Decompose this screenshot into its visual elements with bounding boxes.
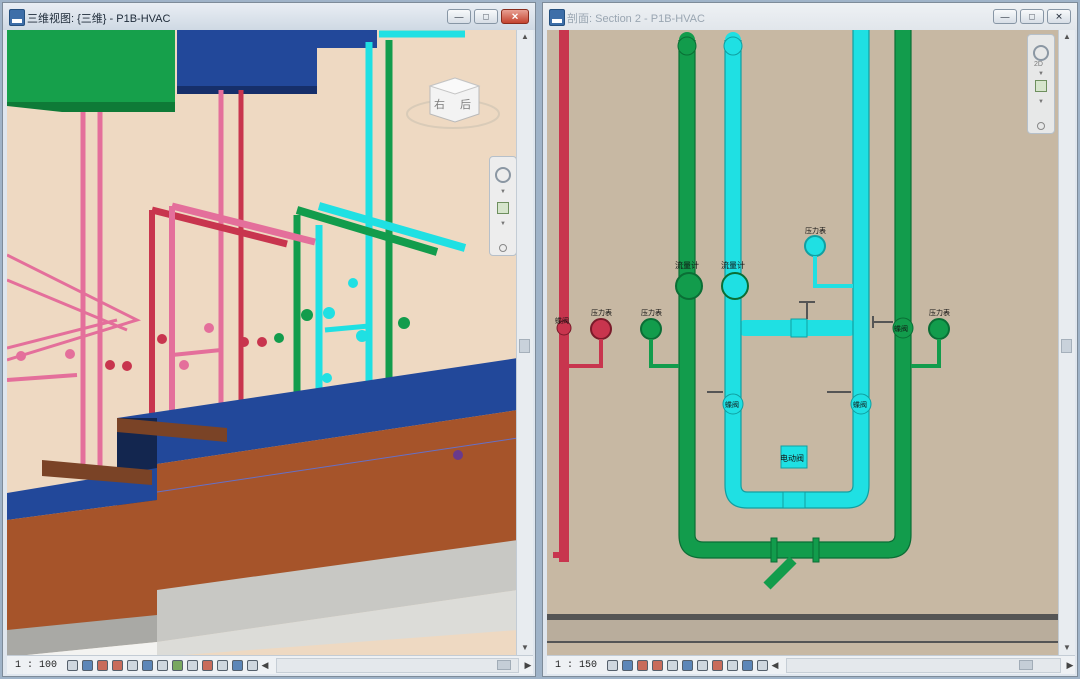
window-title: 剖面: Section 2 - P1B-HVAC	[567, 13, 705, 25]
scroll-right-icon[interactable]: ▶	[1065, 660, 1075, 671]
dropdown-arrow-icon[interactable]: ▼	[500, 221, 506, 227]
detail-level-icon[interactable]	[607, 659, 618, 671]
scroll-right-icon[interactable]: ▶	[523, 660, 533, 671]
scrollbar-thumb[interactable]	[1019, 659, 1033, 670]
close-icon: ✕	[511, 11, 519, 21]
analytical-model-icon[interactable]	[232, 659, 243, 671]
temp-hide-icon[interactable]	[697, 659, 708, 671]
title-bar[interactable]: 三维视图: {三维} - P1B-HVAC — □ ✕	[3, 3, 535, 30]
window-title: 三维视图: {三维} - P1B-HVAC	[27, 13, 171, 25]
view-cube-label-right: 后	[460, 98, 471, 111]
worksharing-icon[interactable]	[727, 659, 738, 671]
horizontal-scrollbar[interactable]	[276, 657, 519, 673]
pressure-gauge-label: 压力表	[805, 226, 826, 235]
detail-level-icon[interactable]	[67, 659, 78, 671]
steering-wheel-icon[interactable]	[1033, 45, 1049, 61]
dropdown-arrow-icon[interactable]: ▼	[1038, 99, 1044, 105]
dropdown-arrow-icon[interactable]: ▼	[1038, 71, 1044, 77]
vertical-scrollbar[interactable]: ▲ ▼	[516, 30, 533, 655]
app-icon	[9, 9, 25, 26]
zoom-region-icon[interactable]	[1035, 80, 1047, 92]
worksharing-icon[interactable]	[217, 659, 228, 671]
pressure-gauge-label: 压力表	[929, 308, 950, 317]
minimize-icon: —	[454, 11, 464, 21]
unlock-view-icon[interactable]	[172, 659, 183, 671]
maximize-icon: □	[483, 11, 489, 21]
scroll-left-icon[interactable]: ◀	[260, 660, 270, 671]
gear-icon[interactable]	[499, 244, 507, 252]
butterfly-valve-label: 蝶阀	[555, 316, 569, 325]
pressure-gauge-label: 压力表	[591, 308, 612, 317]
maximize-icon: □	[1029, 11, 1035, 21]
crop-view-icon[interactable]	[667, 659, 678, 671]
section-canvas[interactable]: 流量计 流量计 蝶阀 蝶阀 电动阀 蝶阀 压力表 压力表 压力表 压力表 蝶阀 …	[547, 30, 1058, 655]
minimize-button[interactable]: —	[993, 9, 1017, 24]
section-view-window[interactable]: 剖面: Section 2 - P1B-HVAC — □ ✕ 流量计 流量计 蝶…	[542, 2, 1078, 677]
nav-2d-label: 2D	[1034, 61, 1043, 68]
3d-view-window[interactable]: 三维视图: {三维} - P1B-HVAC — □ ✕ 右 后 ▼ ▼ ▲ ▼ …	[2, 2, 536, 677]
view-control-bar: 1 : 100 ◀ ▶	[7, 655, 533, 674]
minimize-icon: —	[1000, 11, 1010, 21]
shadows-icon[interactable]	[112, 659, 123, 671]
zoom-region-icon[interactable]	[497, 202, 509, 214]
3d-canvas[interactable]: 右 后 ▼ ▼	[7, 30, 516, 655]
steering-wheel-icon[interactable]	[495, 167, 511, 183]
close-icon: ✕	[1055, 11, 1063, 21]
maximize-button[interactable]: □	[1020, 9, 1044, 24]
scrollbar-thumb[interactable]	[497, 659, 511, 670]
gear-icon[interactable]	[1037, 122, 1045, 130]
navigation-bar[interactable]: ▼ ▼	[489, 156, 516, 256]
visual-style-icon[interactable]	[622, 659, 633, 671]
pressure-gauge-label: 压力表	[641, 308, 662, 317]
minimize-button[interactable]: —	[447, 9, 471, 24]
constraints-icon[interactable]	[757, 659, 768, 671]
analytical-model-icon[interactable]	[742, 659, 753, 671]
view-cube-label-left: 右	[434, 97, 445, 111]
scrollbar-thumb[interactable]	[1061, 339, 1072, 353]
butterfly-valve-label: 蝶阀	[853, 400, 867, 409]
close-button[interactable]: ✕	[1047, 9, 1071, 24]
crop-view-icon[interactable]	[142, 659, 153, 671]
shadows-icon[interactable]	[652, 659, 663, 671]
scrollbar-thumb[interactable]	[519, 339, 530, 353]
scroll-left-icon[interactable]: ◀	[770, 660, 780, 671]
title-bar[interactable]: 剖面: Section 2 - P1B-HVAC — □ ✕	[543, 3, 1077, 30]
electric-valve-label: 电动阀	[780, 453, 804, 463]
render-icon[interactable]	[127, 659, 138, 671]
visual-style-icon[interactable]	[82, 659, 93, 671]
show-crop-icon[interactable]	[682, 659, 693, 671]
show-crop-icon[interactable]	[157, 659, 168, 671]
sun-path-icon[interactable]	[637, 659, 648, 671]
view-scale[interactable]: 1 : 100	[7, 660, 65, 671]
close-button[interactable]: ✕	[501, 9, 529, 24]
reveal-hidden-icon[interactable]	[712, 659, 723, 671]
constraints-icon[interactable]	[247, 659, 258, 671]
flow-meter-label: 流量计	[721, 260, 745, 270]
sun-path-icon[interactable]	[97, 659, 108, 671]
view-control-bar: 1 : 150 ◀ ▶	[547, 655, 1075, 674]
scroll-up-icon[interactable]: ▲	[1059, 30, 1075, 44]
vertical-scrollbar[interactable]: ▲ ▼	[1058, 30, 1075, 655]
navigation-bar[interactable]: 2D ▼ ▼	[1027, 34, 1055, 134]
view-scale[interactable]: 1 : 150	[547, 660, 605, 671]
dropdown-arrow-icon[interactable]: ▼	[500, 189, 506, 195]
scroll-up-icon[interactable]: ▲	[517, 30, 533, 44]
maximize-button[interactable]: □	[474, 9, 498, 24]
scroll-down-icon[interactable]: ▼	[517, 641, 533, 655]
scroll-down-icon[interactable]: ▼	[1059, 641, 1075, 655]
flow-meter-label: 流量计	[675, 260, 699, 270]
butterfly-valve-label: 蝶阀	[894, 324, 908, 333]
temp-hide-icon[interactable]	[187, 659, 198, 671]
butterfly-valve-label: 蝶阀	[725, 400, 739, 409]
app-icon	[549, 9, 565, 26]
horizontal-scrollbar[interactable]	[786, 657, 1061, 673]
reveal-hidden-icon[interactable]	[202, 659, 213, 671]
